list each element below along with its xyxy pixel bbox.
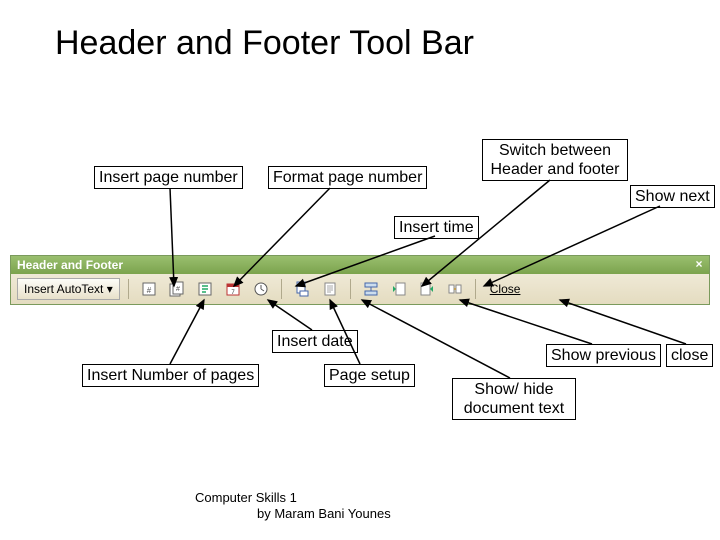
callout-show-next: Show next: [630, 185, 715, 208]
format-number-icon: [197, 281, 213, 297]
document-text-icon: [322, 281, 338, 297]
page-number-icon: #: [141, 281, 157, 297]
footer-line-2: by Maram Bani Younes: [257, 506, 391, 521]
separator: [475, 279, 476, 299]
callout-insert-date: Insert date: [272, 330, 358, 353]
insert-date-button[interactable]: 7: [221, 278, 245, 300]
previous-icon: [391, 281, 407, 297]
toolbar-close-x-icon[interactable]: ×: [693, 258, 705, 270]
pages-count-icon: #: [169, 281, 185, 297]
callout-show-previous: Show previous: [546, 344, 661, 367]
close-button[interactable]: Close: [484, 278, 527, 300]
close-label: Close: [490, 282, 521, 296]
separator: [281, 279, 282, 299]
toolbar-title-text: Header and Footer: [17, 258, 123, 272]
insert-number-of-pages-button[interactable]: #: [165, 278, 189, 300]
toolbar-titlebar: Header and Footer ×: [11, 256, 709, 274]
slide-title: Header and Footer Tool Bar: [55, 24, 474, 63]
svg-text:#: #: [176, 286, 180, 293]
callout-insert-page-number: Insert page number: [94, 166, 243, 189]
separator: [128, 279, 129, 299]
insert-time-button[interactable]: [249, 278, 273, 300]
link-previous-icon: [447, 281, 463, 297]
page-setup-icon: [294, 281, 310, 297]
insert-autotext-label: Insert AutoText ▾: [24, 282, 113, 296]
callout-format-page-number: Format page number: [268, 166, 427, 189]
callout-insert-number-of-pages: Insert Number of pages: [82, 364, 259, 387]
switch-header-footer-button[interactable]: [359, 278, 383, 300]
callout-page-setup: Page setup: [324, 364, 415, 387]
insert-page-number-button[interactable]: #: [137, 278, 161, 300]
header-footer-toolbar: Header and Footer × Insert AutoText ▾ # …: [10, 255, 710, 305]
switch-hf-icon: [363, 281, 379, 297]
show-previous-button[interactable]: [387, 278, 411, 300]
clock-icon: [253, 281, 269, 297]
callout-show-hide-doc-text: Show/ hide document text: [452, 378, 576, 420]
callout-close: close: [666, 344, 713, 367]
format-page-number-button[interactable]: [193, 278, 217, 300]
page-setup-button[interactable]: [290, 278, 314, 300]
callout-insert-time: Insert time: [394, 216, 479, 239]
show-next-button[interactable]: [415, 278, 439, 300]
calendar-icon: 7: [225, 281, 241, 297]
callout-switch-header-footer: Switch between Header and footer: [482, 139, 628, 181]
toolbar-body: Insert AutoText ▾ # # 7: [11, 274, 709, 304]
show-hide-doc-text-button[interactable]: [318, 278, 342, 300]
footer-line-1: Computer Skills 1: [195, 490, 297, 505]
next-icon: [419, 281, 435, 297]
svg-text:#: #: [147, 286, 152, 295]
separator: [350, 279, 351, 299]
link-to-previous-button[interactable]: [443, 278, 467, 300]
insert-autotext-button[interactable]: Insert AutoText ▾: [17, 278, 120, 300]
